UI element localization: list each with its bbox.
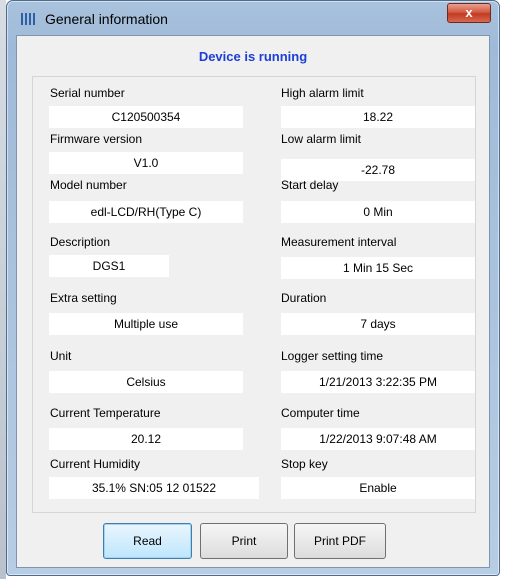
- computer-time-value: 1/22/2013 9:07:48 AM: [281, 428, 475, 450]
- current-temperature-value: 20.12: [49, 428, 243, 450]
- close-icon[interactable]: x: [447, 3, 491, 23]
- high-alarm-limit-value: 18.22: [281, 106, 475, 128]
- device-status: Device is running: [198, 49, 308, 64]
- description-value: DGS1: [49, 255, 169, 277]
- print-button[interactable]: Print: [200, 523, 288, 559]
- info-group-box: Serial number C120500354 Firmware versio…: [32, 76, 476, 513]
- serial-number-value: C120500354: [49, 106, 243, 128]
- model-number-value: edl-LCD/RH(Type C): [49, 201, 243, 223]
- dialog-client-area: Device is running Serial number C1205003…: [16, 35, 490, 568]
- measurement-interval-value: 1 Min 15 Sec: [281, 257, 475, 279]
- unit-label: Unit: [50, 349, 72, 363]
- duration-value: 7 days: [281, 313, 475, 335]
- current-temperature-label: Current Temperature: [50, 406, 161, 420]
- stop-key-label: Stop key: [281, 457, 328, 471]
- logger-setting-time-label: Logger setting time: [281, 349, 384, 363]
- bars-icon: [21, 13, 35, 25]
- logger-setting-time-value: 1/21/2013 3:22:35 PM: [281, 371, 475, 393]
- stop-key-value: Enable: [281, 477, 475, 499]
- extra-setting-label: Extra setting: [50, 291, 117, 305]
- title-bar[interactable]: General information x: [7, 1, 499, 35]
- desktop-background-right: [513, 0, 523, 579]
- start-delay-label: Start delay: [281, 178, 339, 192]
- window-title: General information: [45, 11, 168, 27]
- unit-value: Celsius: [49, 371, 243, 393]
- current-humidity-value: 35.1% SN:05 12 01522: [49, 477, 259, 499]
- measurement-interval-label: Measurement interval: [281, 235, 397, 249]
- low-alarm-limit-label: Low alarm limit: [281, 132, 362, 146]
- general-information-window: General information x Device is running …: [6, 0, 500, 576]
- firmware-version-label: Firmware version: [50, 132, 143, 146]
- print-pdf-button[interactable]: Print PDF: [294, 523, 386, 559]
- description-label: Description: [50, 235, 111, 249]
- model-number-label: Model number: [50, 178, 127, 192]
- current-humidity-label: Current Humidity: [50, 457, 141, 471]
- extra-setting-value: Multiple use: [49, 313, 243, 335]
- serial-number-label: Serial number: [50, 86, 125, 100]
- firmware-version-value: V1.0: [49, 152, 243, 174]
- duration-label: Duration: [281, 291, 327, 305]
- high-alarm-limit-label: High alarm limit: [281, 86, 364, 100]
- read-button[interactable]: Read: [103, 523, 192, 559]
- start-delay-value: 0 Min: [281, 201, 475, 223]
- computer-time-label: Computer time: [281, 406, 360, 420]
